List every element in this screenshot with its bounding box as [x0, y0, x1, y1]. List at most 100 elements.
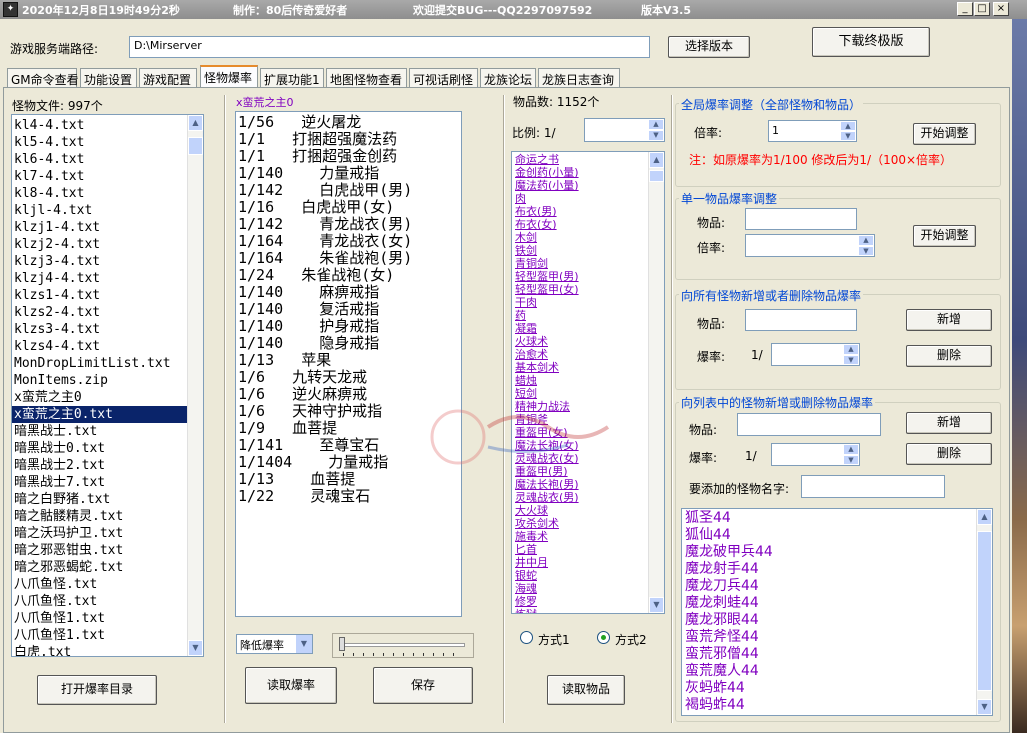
- list-item[interactable]: kl6-4.txt: [12, 151, 187, 168]
- list-item[interactable]: klzs4-4.txt: [12, 338, 187, 355]
- list-item[interactable]: 攻杀剑术: [515, 517, 648, 530]
- list-item[interactable]: 蜡烛: [515, 374, 648, 387]
- tab-2[interactable]: 游戏配置: [139, 68, 197, 87]
- scroll-down-icon[interactable]: ▼: [188, 640, 203, 656]
- single-start-button[interactable]: 开始调整: [913, 225, 976, 247]
- tab-3[interactable]: 怪物爆率: [200, 65, 258, 87]
- list-item[interactable]: 炼狱: [515, 608, 648, 613]
- list-item[interactable]: 八爪鱼怪.txt: [12, 593, 187, 610]
- tab-0[interactable]: GM命令查看: [7, 68, 79, 87]
- list-item[interactable]: 魔龙刀兵44: [685, 578, 976, 595]
- open-drop-folder-button[interactable]: 打开爆率目录: [37, 675, 157, 705]
- list-item[interactable]: 轻型盔甲(女): [515, 283, 648, 296]
- list-item[interactable]: klzs3-4.txt: [12, 321, 187, 338]
- radio-mode-1[interactable]: [520, 631, 533, 644]
- list-rate-spinner[interactable]: ▲ ▼: [771, 443, 860, 466]
- items-list-scrollbar[interactable]: ▲ ▼: [648, 152, 664, 613]
- spin-up-icon[interactable]: ▲: [858, 235, 874, 246]
- scroll-thumb[interactable]: [977, 531, 992, 691]
- scroll-up-icon[interactable]: ▲: [977, 509, 992, 525]
- items-list[interactable]: 命运之书 金创药(小量) 魔法药(小量) 肉布衣(男) 布衣(女) 木剑 铁剑 青铜剑 轻型盔甲…: [511, 151, 665, 614]
- list-item[interactable]: 暗黑战士0.txt: [12, 440, 187, 457]
- radio-mode-2[interactable]: [597, 631, 610, 644]
- list-item[interactable]: 狐圣44: [685, 510, 976, 527]
- list-item[interactable]: kljl-4.txt: [12, 202, 187, 219]
- list-item[interactable]: 暗之邪恶蝎蛇.txt: [12, 559, 187, 576]
- list-item[interactable]: 褐蚂蚱44: [685, 697, 976, 714]
- list-item[interactable]: 治愈术: [515, 348, 648, 361]
- list-item[interactable]: 凝霜: [515, 322, 648, 335]
- drop-rate-slider[interactable]: [332, 633, 474, 658]
- maximize-button[interactable]: □: [974, 2, 990, 16]
- tab-5[interactable]: 地图怪物查看: [326, 68, 407, 87]
- list-item[interactable]: x蛮荒之主0: [12, 389, 187, 406]
- list-item[interactable]: klzj1-4.txt: [12, 219, 187, 236]
- list-item[interactable]: 蛮荒斧怪44: [685, 629, 976, 646]
- list-item[interactable]: 干肉: [515, 296, 648, 309]
- select-version-button[interactable]: 选择版本: [668, 36, 750, 58]
- spin-down-icon[interactable]: ▼: [843, 354, 859, 365]
- list-item[interactable]: 青铜剑: [515, 257, 648, 270]
- scroll-down-icon[interactable]: ▼: [977, 699, 992, 715]
- list-item[interactable]: 暗黑战士2.txt: [12, 457, 187, 474]
- list-item[interactable]: 暗之骷髅精灵.txt: [12, 508, 187, 525]
- global-multiplier-spinner[interactable]: 1 ▲ ▼: [768, 120, 857, 142]
- scroll-down-icon[interactable]: ▼: [649, 597, 664, 613]
- list-item[interactable]: 大火球: [515, 504, 648, 517]
- list-item[interactable]: kl4-4.txt: [12, 117, 187, 134]
- ratio-spinner[interactable]: ▲ ▼: [584, 118, 665, 142]
- read-items-button[interactable]: 读取物品: [547, 675, 625, 705]
- title-bar[interactable]: ✦ 2020年12月8日19时49分2秒 制作：80后传奇爱好者 欢迎提交BUG…: [0, 0, 1027, 19]
- close-button[interactable]: ×: [993, 2, 1009, 16]
- list-item[interactable]: 匕首: [515, 543, 648, 556]
- list-item[interactable]: 命运之书: [515, 153, 648, 166]
- scroll-thumb[interactable]: [649, 170, 664, 182]
- monster-names-list[interactable]: 狐圣44 狐仙44 魔龙破甲兵44 魔龙射手44 魔龙刀兵44 魔龙刺蛙44 魔龙邪眼44 蛮…: [681, 508, 993, 716]
- list-item[interactable]: MonDropLimitList.txt: [12, 355, 187, 372]
- list-item[interactable]: 蛮荒魔人44: [685, 663, 976, 680]
- drop-editor-textarea[interactable]: 1/56 逆火屠龙 1/1 打捆超强魔法药 1/1 打捆超强金创药 1/140 力量戒…: [235, 111, 462, 617]
- list-item[interactable]: 施毒术: [515, 530, 648, 543]
- spin-up-icon[interactable]: ▲: [843, 344, 859, 355]
- list-item[interactable]: 暗黑战士7.txt: [12, 474, 187, 491]
- list-item[interactable]: 布衣(男): [515, 205, 648, 218]
- list-item[interactable]: klzs2-4.txt: [12, 304, 187, 321]
- server-path-input[interactable]: D:\Mirserver: [129, 36, 650, 58]
- list-item[interactable]: 狐仙44: [685, 527, 976, 544]
- all-delete-button[interactable]: 删除: [906, 345, 992, 367]
- list-item[interactable]: 金创药(小量): [515, 166, 648, 179]
- list-item[interactable]: 轻型盔甲(男): [515, 270, 648, 283]
- list-item[interactable]: 魔法长袍(男): [515, 478, 648, 491]
- spin-down-icon[interactable]: ▼: [843, 454, 859, 465]
- list-item[interactable]: MonItems.zip: [12, 372, 187, 389]
- spin-up-icon[interactable]: ▲: [843, 444, 859, 455]
- drop-mode-select[interactable]: 降低爆率 ▼: [236, 634, 313, 654]
- scroll-thumb[interactable]: [188, 137, 203, 155]
- spin-down-icon[interactable]: ▼: [648, 130, 664, 141]
- list-item[interactable]: 暗之白野猪.txt: [12, 491, 187, 508]
- save-button[interactable]: 保存: [373, 667, 473, 704]
- list-item[interactable]: klzj2-4.txt: [12, 236, 187, 253]
- all-rate-spinner[interactable]: ▲ ▼: [771, 343, 860, 366]
- read-drops-button[interactable]: 读取爆率: [245, 667, 337, 704]
- list-item[interactable]: 蛮荒邪僧44: [685, 646, 976, 663]
- list-item[interactable]: 暗之沃玛护卫.txt: [12, 525, 187, 542]
- spin-down-icon[interactable]: ▼: [858, 245, 874, 256]
- list-item[interactable]: 井中月: [515, 556, 648, 569]
- list-item[interactable]: klzs1-4.txt: [12, 287, 187, 304]
- single-multiplier-spinner[interactable]: ▲ ▼: [745, 234, 875, 257]
- list-item[interactable]: 魔龙刺蛙44: [685, 595, 976, 612]
- list-item[interactable]: 魔龙射手44: [685, 561, 976, 578]
- list-item[interactable]: 药: [515, 309, 648, 322]
- monster-names-scrollbar[interactable]: ▲ ▼: [976, 509, 992, 715]
- list-item[interactable]: 修罗: [515, 595, 648, 608]
- list-item[interactable]: 魔龙破甲兵44: [685, 544, 976, 561]
- spin-down-icon[interactable]: ▼: [840, 131, 856, 141]
- minimize-button[interactable]: _: [957, 2, 973, 16]
- list-item[interactable]: 魔龙邪眼44: [685, 612, 976, 629]
- download-final-button[interactable]: 下载终极版: [812, 27, 930, 57]
- list-item[interactable]: x蛮荒之主0.txt: [12, 406, 187, 423]
- monster-files-scrollbar[interactable]: ▲ ▼: [187, 115, 203, 656]
- list-item[interactable]: 白虎.txt: [12, 644, 187, 656]
- tab-6[interactable]: 可视话刷怪: [409, 68, 478, 87]
